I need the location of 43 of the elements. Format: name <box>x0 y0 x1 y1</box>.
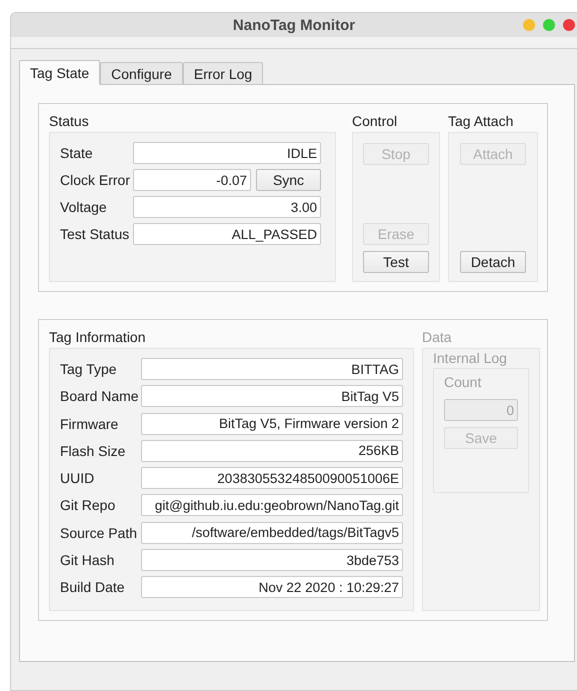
field-label: Count <box>444 373 482 392</box>
group-title: Status <box>49 112 89 131</box>
value-field[interactable]: IDLE <box>133 142 321 164</box>
value-field[interactable]: -0.07 <box>133 169 251 191</box>
value-field[interactable]: BitTag V5, Firmware version 2 <box>140 412 403 435</box>
window-control-button[interactable] <box>523 19 535 31</box>
value-field[interactable]: Nov 22 2020 : 10:29:27 <box>140 576 403 598</box>
field-label: Tag Type <box>60 361 118 377</box>
field-label: Clock Error <box>60 172 128 188</box>
group-title: Tag Information <box>49 328 146 347</box>
window-control-button[interactable] <box>563 19 575 31</box>
value-field[interactable]: ALL_PASSED <box>133 223 321 245</box>
field-label: Firmware <box>60 416 120 432</box>
field-label: UUID <box>60 470 96 486</box>
value-field[interactable]: 3.00 <box>133 196 321 218</box>
tab[interactable]: Configure <box>100 62 183 85</box>
value-field[interactable]: 20383055324850090051006E <box>140 467 403 490</box>
field-label: Git Repo <box>60 497 116 514</box>
sync-button[interactable]: Sync <box>256 169 321 191</box>
value-field[interactable]: 3bde753 <box>140 549 403 572</box>
tab[interactable]: Tag State <box>19 60 100 85</box>
field-label: Build Date <box>60 579 126 596</box>
value-field[interactable]: /software/embedded/tags/BitTagv5 <box>141 522 403 544</box>
group-title: Tag Attach <box>448 112 514 131</box>
field-label: Source Path <box>60 524 136 541</box>
group-title: Control <box>352 112 398 131</box>
field-label: Git Hash <box>60 552 116 568</box>
field-label: Voltage <box>60 199 108 215</box>
group-title: Data <box>422 328 452 347</box>
tab[interactable]: Error Log <box>182 62 264 85</box>
value-field[interactable]: 256KB <box>140 440 403 462</box>
group-title: Internal Log <box>433 350 507 366</box>
field-label: Flash Size <box>60 442 126 459</box>
field-label: State <box>60 145 94 161</box>
window-title: NanoTag Monitor <box>232 16 356 34</box>
value-field[interactable]: BitTag V5 <box>141 385 403 408</box>
field-label: Test Status <box>60 226 128 242</box>
value-field[interactable]: BITTAG <box>140 358 403 380</box>
action-button[interactable]: Test <box>363 251 429 273</box>
window-control-button[interactable] <box>543 19 555 31</box>
field-label: Board Name <box>60 388 136 404</box>
action-button[interactable]: Detach <box>460 251 526 273</box>
value-field[interactable]: git@github.iu.edu:geobrown/NanoTag.git <box>140 494 403 516</box>
